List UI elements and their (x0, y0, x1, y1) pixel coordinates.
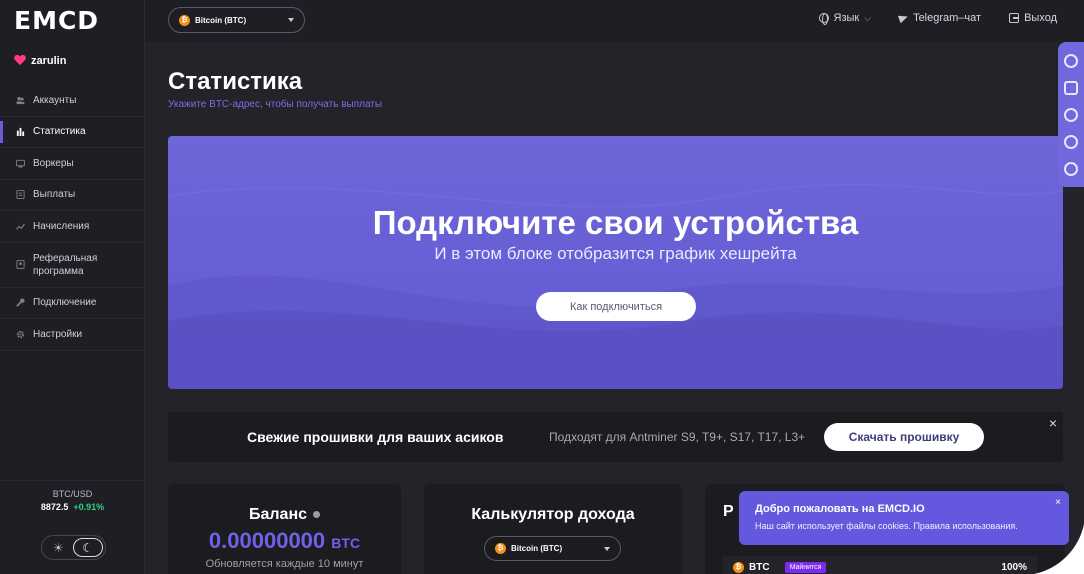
close-icon[interactable]: × (1049, 415, 1057, 431)
coin-percent: 100% (1001, 561, 1027, 573)
cookie-title: Добро пожаловать на EMCD.IO (755, 503, 925, 515)
rate-change: +0.91% (73, 502, 105, 512)
coin-name: BTC (749, 561, 770, 573)
hero-subtitle: И в этом блоке отобразится график хешрей… (434, 244, 797, 263)
firmware-title: Свежие прошивки для ваших асиков (247, 429, 504, 445)
status-badge: Майнится (784, 561, 827, 573)
payouts-icon (16, 190, 25, 200)
accruals-icon (16, 223, 25, 230)
chevron-down-icon (288, 18, 294, 22)
bar-chart-icon (16, 128, 25, 137)
rate-row: 8872.5 +0.91% (0, 502, 145, 512)
firmware-banner: Свежие прошивки для ваших асиков Подходя… (168, 412, 1063, 462)
speed-icon[interactable] (1064, 54, 1078, 68)
sidebar-item-label: Реферальная программа (33, 252, 98, 277)
sidebar-item-statistics[interactable]: Статистика (0, 117, 145, 148)
logo-text: EMCD (14, 6, 100, 35)
balance-unit: BTC (331, 535, 361, 551)
telegram-icon (897, 12, 910, 24)
coins-card-title: Р (723, 503, 734, 520)
cookie-text[interactable]: Наш сайт использует файлы cookies. Прави… (755, 521, 1053, 531)
income-calculator-card: Калькулятор дохода ₿ Bitcoin (BTC) (424, 484, 682, 574)
info-icon[interactable] (313, 511, 321, 519)
refresh-icon[interactable] (1064, 108, 1078, 122)
wrench-icon (16, 298, 25, 307)
balance-card: Баланс 0.00000000 BTC Обновляется каждые… (168, 484, 401, 574)
rate-price: 8872.5 (40, 502, 69, 512)
user-profile[interactable]: zarulin (14, 55, 66, 67)
sun-icon[interactable]: ☀ (44, 538, 73, 557)
sidebar-item-payouts[interactable]: Выплаты (0, 180, 145, 211)
page-curl-decoration (1034, 524, 1084, 574)
sidebar-item-accruals[interactable]: Начисления (0, 211, 145, 243)
download-firmware-button[interactable]: Скачать прошивку (824, 423, 984, 451)
heart-icon (14, 55, 26, 67)
chevron-down-icon: ⌵ (864, 12, 872, 23)
calculator-coin-value: Bitcoin (BTC) (511, 544, 563, 553)
hashrate-placeholder-banner: Подключите свои устройства И в этом блок… (168, 136, 1063, 389)
gear-icon (16, 330, 25, 338)
logout-button[interactable]: Выход (1009, 12, 1057, 24)
table-row[interactable]: ₿ BTC Майнится 100% (723, 556, 1037, 574)
sidebar-item-label: Подключение (33, 297, 97, 309)
topbar-actions: Язык ⌵ Telegram–чат Выход (818, 12, 1057, 25)
balance-value-row: 0.00000000 BTC (168, 528, 401, 554)
sidebar-item-label: Выплаты (33, 189, 76, 201)
sidebar-item-label: Статистика (33, 126, 86, 138)
btc-address-link[interactable]: Укажите BTC-адрес, чтобы получать выплат… (168, 99, 382, 110)
telegram-label: Telegram–чат (913, 12, 982, 24)
logout-icon (1009, 13, 1020, 23)
referral-icon (16, 260, 25, 269)
how-to-connect-button[interactable]: Как подключиться (536, 292, 696, 321)
bitcoin-icon: ₿ (179, 14, 190, 26)
calculator-title: Калькулятор дохода (471, 506, 635, 523)
sidebar-item-referral[interactable]: Реферальная программа (0, 243, 145, 288)
workers-icon (16, 159, 25, 168)
language-select[interactable]: Язык ⌵ (818, 12, 872, 25)
moon-icon[interactable]: ☾ (72, 538, 103, 557)
language-label: Язык (833, 12, 860, 24)
coin-select-value: Bitcoin (BTC) (195, 15, 247, 25)
sidebar: EMCD zarulin Аккаунты Статистика Воркеры… (0, 0, 145, 574)
telegram-chat-link[interactable]: Telegram–чат (897, 12, 982, 24)
translate-icon[interactable] (1064, 162, 1078, 176)
side-toolbar (1058, 42, 1084, 187)
logo[interactable]: EMCD (14, 6, 100, 35)
balance-title: Баланс (248, 506, 308, 523)
sidebar-item-workers[interactable]: Воркеры (0, 148, 145, 180)
balance-title-row: Баланс (168, 506, 401, 524)
balance-update-note: Обновляется каждые 10 минут (205, 558, 364, 570)
calculator-coin-select[interactable]: ₿ Bitcoin (BTC) (484, 536, 621, 561)
sidebar-item-connection[interactable]: Подключение (0, 288, 145, 319)
topbar: ₿ Bitcoin (BTC) Язык ⌵ Telegram–чат Выхо… (145, 0, 1084, 42)
globe-icon (818, 13, 829, 25)
users-icon (16, 96, 25, 104)
bitcoin-icon: ₿ (733, 561, 744, 573)
sidebar-nav: Аккаунты Статистика Воркеры Выплаты Начи… (0, 85, 145, 351)
chevron-down-icon (604, 546, 610, 551)
sidebar-item-label: Настройки (33, 328, 83, 340)
logout-label: Выход (1024, 12, 1057, 24)
bitcoin-icon: ₿ (495, 543, 506, 554)
btc-usd-rate: BTC/USD 8872.5 +0.91% (0, 480, 145, 512)
rate-pair: BTC/USD (52, 489, 93, 499)
eye-icon[interactable] (1064, 135, 1078, 149)
user-name: zarulin (31, 55, 67, 67)
close-icon[interactable]: × (1055, 497, 1061, 508)
sidebar-item-settings[interactable]: Настройки (0, 319, 145, 351)
sidebar-item-label: Аккаунты (33, 94, 77, 106)
sidebar-item-accounts[interactable]: Аккаунты (0, 85, 145, 117)
page-title: Статистика (168, 68, 303, 95)
hero-title: Подключите свои устройства (372, 204, 859, 241)
chip-icon[interactable] (1064, 81, 1078, 95)
coin-select[interactable]: ₿ Bitcoin (BTC) (168, 7, 305, 33)
theme-toggle[interactable]: ☀ ☾ (41, 535, 106, 560)
sidebar-item-label: Начисления (33, 220, 90, 232)
firmware-description: Подходят для Antminer S9, T9+, S17, T17,… (549, 430, 806, 444)
cookie-notice: Добро пожаловать на EMCD.IO Наш сайт исп… (739, 491, 1069, 545)
balance-value: 0.00000000 (208, 528, 326, 553)
sidebar-item-label: Воркеры (33, 157, 74, 169)
